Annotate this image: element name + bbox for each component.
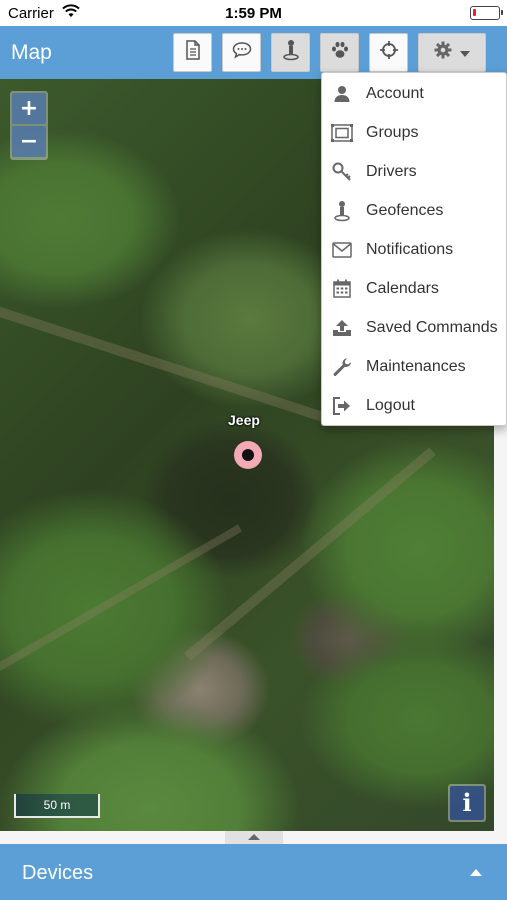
expand-up-icon[interactable] bbox=[470, 869, 482, 876]
map-road bbox=[184, 447, 436, 661]
paw-icon bbox=[330, 40, 350, 65]
gear-icon bbox=[434, 41, 452, 64]
zoom-out-button[interactable]: − bbox=[12, 126, 46, 157]
menu-item-logout[interactable]: Logout bbox=[322, 386, 506, 425]
clock: 1:59 PM bbox=[225, 5, 282, 22]
zoom-control: + − bbox=[10, 91, 48, 160]
menu-item-label: Groups bbox=[366, 123, 419, 141]
menu-item-label: Geofences bbox=[366, 201, 444, 219]
geofence-pin-icon bbox=[331, 200, 353, 222]
wrench-icon bbox=[331, 356, 353, 378]
geofence-button[interactable] bbox=[271, 33, 310, 72]
info-icon: i bbox=[450, 786, 484, 820]
logout-icon bbox=[331, 395, 353, 417]
user-icon bbox=[331, 83, 353, 105]
report-button[interactable] bbox=[173, 33, 212, 72]
envelope-icon bbox=[331, 239, 353, 261]
menu-item-label: Notifications bbox=[366, 240, 454, 258]
settings-dropdown-menu: Account Groups Drivers Geofences Notific… bbox=[321, 72, 507, 426]
geofence-pin-icon bbox=[282, 39, 300, 66]
devices-title: Devices bbox=[22, 862, 94, 884]
menu-item-label: Maintenances bbox=[366, 357, 466, 375]
calendar-icon bbox=[331, 278, 353, 300]
key-icon bbox=[331, 161, 353, 183]
chat-icon bbox=[232, 41, 252, 64]
menu-item-label: Calendars bbox=[366, 279, 439, 297]
bottom-splitter[interactable] bbox=[0, 831, 507, 844]
map-road bbox=[0, 303, 333, 425]
document-icon bbox=[185, 40, 201, 65]
page-title: Map bbox=[11, 41, 52, 64]
menu-item-account[interactable]: Account bbox=[322, 74, 506, 113]
crosshair-icon bbox=[379, 40, 399, 65]
zoom-in-button[interactable]: + bbox=[12, 93, 46, 124]
map-road bbox=[0, 524, 242, 682]
menu-item-geofences[interactable]: Geofences bbox=[322, 191, 506, 230]
scale-bar: 50 m bbox=[14, 794, 100, 818]
menu-item-label: Saved Commands bbox=[366, 318, 498, 336]
battery-icon bbox=[470, 6, 503, 20]
devices-panel-header[interactable]: Devices bbox=[0, 844, 507, 900]
follow-button[interactable] bbox=[369, 33, 408, 72]
groups-icon bbox=[331, 122, 353, 144]
events-button[interactable] bbox=[222, 33, 261, 72]
menu-item-notifications[interactable]: Notifications bbox=[322, 230, 506, 269]
menu-item-groups[interactable]: Groups bbox=[322, 113, 506, 152]
device-marker[interactable] bbox=[234, 441, 262, 469]
menu-item-drivers[interactable]: Drivers bbox=[322, 152, 506, 191]
history-button[interactable] bbox=[320, 33, 359, 72]
menu-item-label: Logout bbox=[366, 396, 415, 414]
menu-item-maintenances[interactable]: Maintenances bbox=[322, 347, 506, 386]
attribution-button[interactable]: i bbox=[448, 784, 486, 822]
menu-item-saved-commands[interactable]: Saved Commands bbox=[322, 308, 506, 347]
settings-menu-button[interactable] bbox=[418, 33, 486, 72]
caret-down-icon bbox=[460, 44, 470, 62]
menu-item-label: Account bbox=[366, 84, 424, 102]
menu-item-calendars[interactable]: Calendars bbox=[322, 269, 506, 308]
status-bar: Carrier 1:59 PM bbox=[0, 0, 507, 26]
splitter-grip[interactable] bbox=[225, 831, 283, 844]
upload-icon bbox=[331, 317, 353, 339]
device-label: Jeep bbox=[228, 412, 260, 428]
menu-item-label: Drivers bbox=[366, 162, 417, 180]
